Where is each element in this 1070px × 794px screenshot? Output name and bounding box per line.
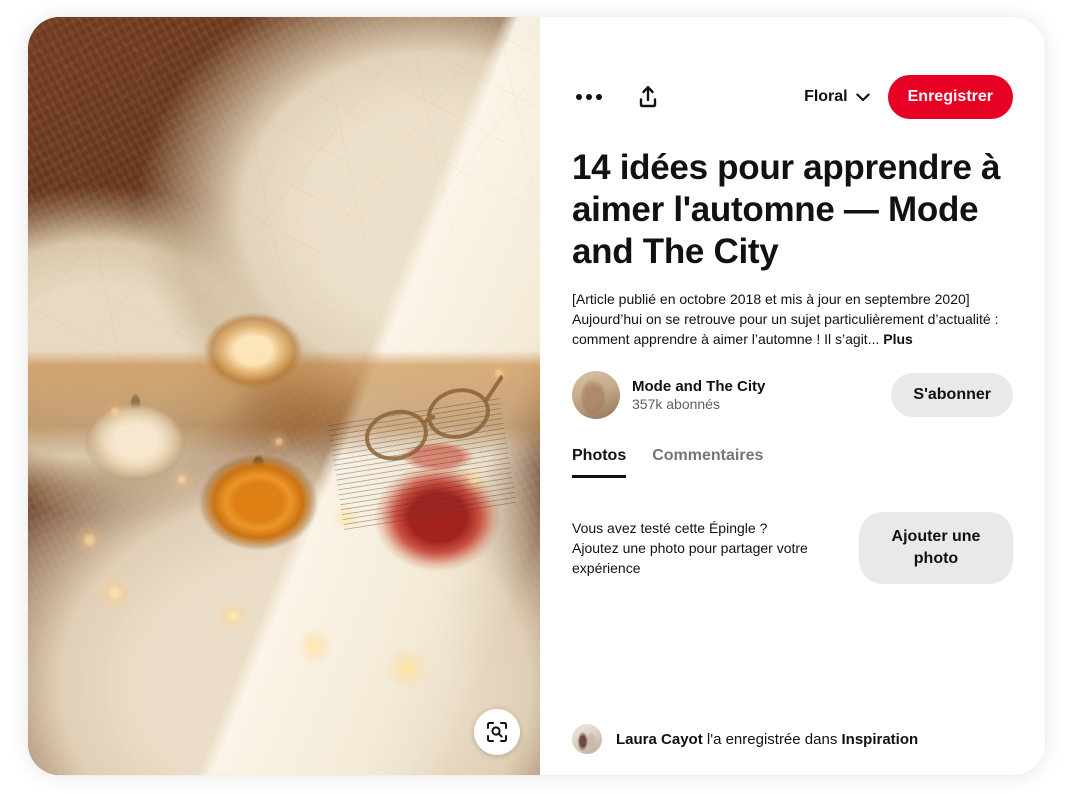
pin-image-pane[interactable] (28, 17, 540, 775)
photos-prompt-line-2: Ajoutez une photo pour partager votre ex… (572, 540, 808, 576)
pin-detail-card: Floral Enregistrer 14 idées pour apprend… (28, 17, 1045, 775)
pin-image[interactable] (28, 17, 540, 775)
share-button[interactable] (632, 80, 664, 114)
creator-meta: Mode and The City 357k abonnés (632, 378, 765, 412)
visual-search-button[interactable] (474, 709, 520, 755)
photos-prompt-text: Vous avez testé cette Épingle ? Ajoutez … (572, 518, 832, 578)
creator-avatar[interactable] (572, 371, 620, 419)
pin-details-pane: Floral Enregistrer 14 idées pour apprend… (540, 17, 1045, 775)
pin-title: 14 idées pour apprendre à aimer l'automn… (572, 148, 1001, 271)
ellipsis-icon (576, 94, 582, 100)
saved-by-board-name[interactable]: Inspiration (841, 731, 918, 748)
creator-row: Mode and The City 357k abonnés S'abonner (572, 371, 1013, 419)
saved-by-text: Laura Cayot l'a enregistrée dans Inspira… (616, 731, 918, 748)
more-options-button[interactable] (572, 88, 606, 106)
follow-button[interactable]: S'abonner (891, 373, 1013, 417)
ellipsis-icon-dot (596, 94, 602, 100)
pin-description: [Article publié en octobre 2018 et mis à… (572, 289, 1013, 349)
tab-photos[interactable]: Photos (572, 447, 627, 478)
creator-name[interactable]: Mode and The City (632, 378, 765, 395)
board-selector[interactable]: Floral (804, 88, 870, 106)
add-photo-button[interactable]: Ajouter une photo (859, 512, 1013, 584)
pin-details-scroll-area: Floral Enregistrer 14 idées pour apprend… (540, 17, 1045, 703)
share-icon (639, 86, 657, 108)
tab-commentaires[interactable]: Commentaires (652, 447, 763, 478)
photos-prompt: Vous avez testé cette Épingle ? Ajoutez … (572, 512, 1013, 584)
saver-name[interactable]: Laura Cayot (616, 731, 703, 748)
pin-description-more-link[interactable]: Plus (883, 331, 913, 347)
creator-follower-count: 357k abonnés (632, 396, 720, 412)
save-button[interactable]: Enregistrer (887, 75, 1013, 119)
saved-by-middle-text: l'a enregistrée dans (702, 730, 842, 748)
pin-description-text: [Article publié en octobre 2018 et mis à… (572, 291, 999, 347)
ellipsis-icon-dot (586, 94, 592, 100)
board-selector-label: Floral (804, 88, 848, 105)
saver-avatar[interactable] (572, 724, 602, 754)
saved-by-bar: Laura Cayot l'a enregistrée dans Inspira… (540, 703, 1045, 775)
content-tabs: Photos Commentaires (572, 447, 1013, 478)
chevron-down-icon (855, 93, 870, 101)
visual-search-icon (487, 722, 507, 742)
photos-prompt-line-1: Vous avez testé cette Épingle ? (572, 520, 768, 536)
pin-action-bar: Floral Enregistrer (572, 73, 1013, 121)
